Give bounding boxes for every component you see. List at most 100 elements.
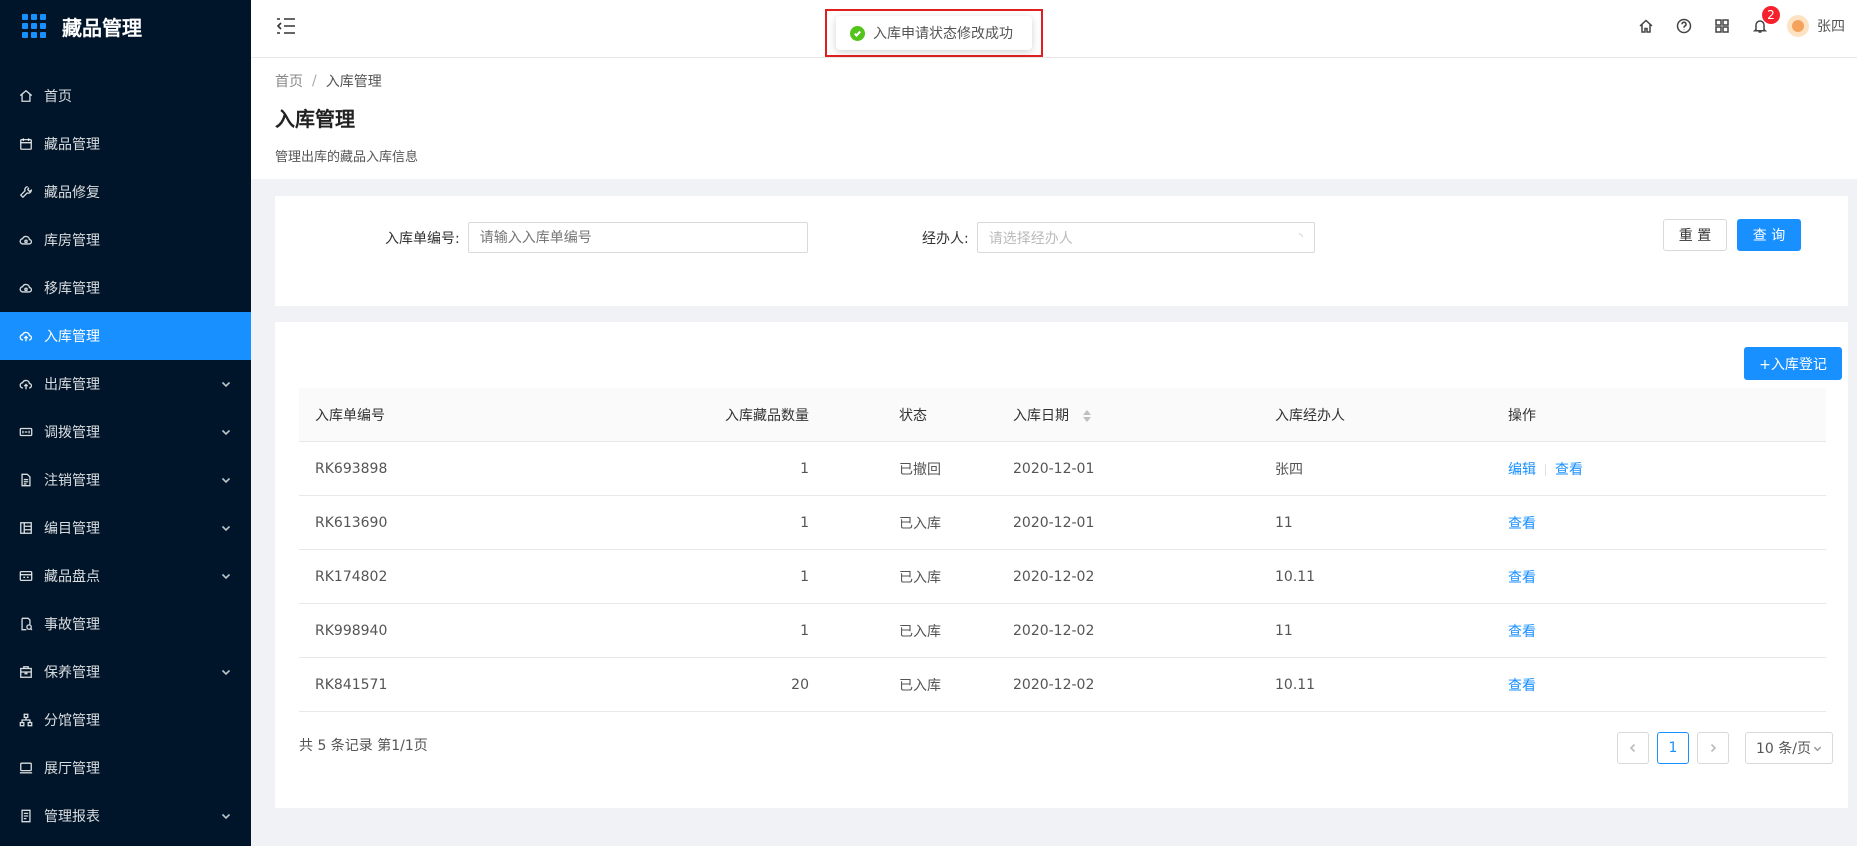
user-menu[interactable]: 张四 — [1779, 15, 1857, 37]
status-cell: 已入库 — [899, 515, 941, 532]
edit-link[interactable]: 编辑 — [1508, 462, 1536, 478]
cloud-upload-icon — [18, 328, 34, 344]
top-header: 2 张四 — [251, 0, 1857, 58]
column-header-date-label: 入库日期 — [1013, 407, 1069, 424]
cloud-icon — [18, 280, 34, 296]
transfer-icon — [18, 424, 34, 440]
table-row: RK693898 1 已撤回 2020-12-01 张四 编辑 查看 — [299, 442, 1826, 496]
chevron-down-icon[interactable] — [221, 475, 231, 485]
quantity-cell: 1 — [800, 622, 809, 639]
view-link[interactable]: 查看 — [1508, 570, 1536, 586]
table-body: RK693898 1 已撤回 2020-12-01 张四 编辑 查看 RK613690 1 已入库… — [299, 442, 1826, 712]
breadcrumb-home[interactable]: 首页 — [275, 71, 303, 91]
notification-bell-icon[interactable]: 2 — [1741, 0, 1780, 52]
view-link[interactable]: 查看 — [1508, 516, 1536, 532]
sidebar-item-2[interactable]: 藏品修复 — [0, 168, 251, 216]
sidebar-item-label: 管理报表 — [44, 809, 100, 825]
view-link[interactable]: 查看 — [1555, 462, 1583, 478]
action-divider — [1545, 463, 1546, 476]
chevron-down-icon[interactable] — [221, 427, 231, 437]
sidebar-item-15[interactable]: 管理报表 — [0, 792, 251, 840]
add-inbound-button[interactable]: +入库登记 — [1744, 347, 1842, 380]
sidebar: 藏品管理 首页 藏品管理 藏品修复 库房管理 移库管理 入库管理 出库管理 调拨管理 注销管理编… — [0, 0, 251, 846]
status-cell: 已撤回 — [899, 461, 941, 478]
date-cell: 2020-12-02 — [1013, 622, 1095, 639]
home-icon[interactable] — [1627, 0, 1665, 52]
handler-select-placeholder: 请选择经办人 — [988, 230, 1073, 247]
order-no-cell: RK693898 — [315, 460, 388, 477]
sidebar-item-label: 藏品盘点 — [44, 569, 100, 585]
inventory-icon — [18, 568, 34, 584]
sidebar-item-10[interactable]: 藏品盘点 — [0, 552, 251, 600]
breadcrumb-separator: / — [312, 73, 317, 89]
catalog-icon — [18, 520, 34, 536]
quantity-cell: 20 — [791, 676, 809, 693]
app-logo[interactable]: 藏品管理 — [0, 0, 251, 52]
sidebar-item-7[interactable]: 调拨管理 — [0, 408, 251, 456]
sidebar-item-label: 调拨管理 — [44, 425, 100, 441]
sidebar-item-6[interactable]: 出库管理 — [0, 360, 251, 408]
pagination: 1 10 条/页 — [1609, 732, 1833, 764]
column-header-date[interactable]: 入库日期 — [1009, 405, 1259, 425]
column-header-handler: 入库经办人 — [1275, 407, 1345, 424]
handler-select[interactable]: 请选择经办人 ◝ — [976, 222, 1315, 253]
chevron-down-icon[interactable] — [221, 571, 231, 581]
chevron-down-icon[interactable] — [221, 379, 231, 389]
reset-button[interactable]: 重 置 — [1663, 219, 1727, 251]
help-icon[interactable] — [1665, 0, 1703, 52]
app-title: 藏品管理 — [62, 15, 142, 40]
chevron-down-icon[interactable] — [221, 523, 231, 533]
column-header-order-no: 入库单编号 — [315, 407, 385, 424]
query-button[interactable]: 查 询 — [1737, 219, 1801, 251]
logo-grid-icon — [22, 14, 46, 38]
order-no-cell: RK998940 — [315, 622, 388, 639]
page-number-button[interactable]: 1 — [1657, 732, 1689, 764]
select-loading-icon: ◝ — [1298, 232, 1303, 243]
order-no-cell: RK174802 — [315, 568, 388, 585]
status-cell: 已入库 — [899, 569, 941, 586]
handler-cell: 10.11 — [1275, 676, 1316, 693]
next-page-button[interactable] — [1697, 732, 1729, 764]
header-actions: 2 张四 — [1627, 0, 1857, 52]
sidebar-item-9[interactable]: 编目管理 — [0, 504, 251, 552]
page-size-select[interactable]: 10 条/页 — [1745, 732, 1833, 764]
sidebar-item-14[interactable]: 展厅管理 — [0, 744, 251, 792]
user-name: 张四 — [1817, 19, 1845, 35]
sort-icon[interactable] — [1083, 409, 1092, 422]
sidebar-item-4[interactable]: 移库管理 — [0, 264, 251, 312]
date-cell: 2020-12-01 — [1013, 514, 1095, 531]
apps-grid-icon[interactable] — [1703, 0, 1741, 52]
toast-highlight-frame: 入库申请状态修改成功 — [825, 9, 1043, 57]
chevron-right-icon — [1710, 743, 1717, 753]
order-no-input[interactable] — [467, 222, 808, 253]
view-link[interactable]: 查看 — [1508, 678, 1536, 694]
chevron-down-icon[interactable] — [221, 667, 231, 677]
monitor-icon — [18, 760, 34, 776]
page-header: 首页 / 入库管理 入库管理 管理出库的藏品入库信息 — [251, 58, 1857, 179]
sidebar-item-8[interactable]: 注销管理 — [0, 456, 251, 504]
menu-collapse-icon[interactable] — [276, 17, 296, 35]
sidebar-item-13[interactable]: 分馆管理 — [0, 696, 251, 744]
quantity-cell: 1 — [800, 514, 809, 531]
sidebar-item-1[interactable]: 藏品管理 — [0, 120, 251, 168]
toast-message: 入库申请状态修改成功 — [873, 26, 1013, 42]
sidebar-item-label: 移库管理 — [44, 281, 100, 297]
handler-cell: 10.11 — [1275, 568, 1316, 585]
prev-page-button[interactable] — [1617, 732, 1649, 764]
sidebar-item-label: 编目管理 — [44, 521, 100, 537]
sidebar-item-label: 展厅管理 — [44, 761, 100, 777]
sidebar-item-12[interactable]: 保养管理 — [0, 648, 251, 696]
chevron-down-icon[interactable] — [221, 811, 231, 821]
sidebar-item-label: 藏品修复 — [44, 185, 100, 201]
handler-field: 经办人: 请选择经办人 ◝ — [922, 222, 1315, 253]
sidebar-item-11[interactable]: 事故管理 — [0, 600, 251, 648]
file-icon — [18, 472, 34, 488]
column-header-status: 状态 — [899, 407, 927, 424]
order-no-cell: RK613690 — [315, 514, 388, 531]
view-link[interactable]: 查看 — [1508, 624, 1536, 640]
search-form: 入库单编号: 经办人: 请选择经办人 ◝ 重 置 查 询 — [275, 196, 1848, 306]
sidebar-item-3[interactable]: 库房管理 — [0, 216, 251, 264]
sidebar-item-0[interactable]: 首页 — [0, 72, 251, 120]
actions-cell: 查看 — [1504, 567, 1826, 587]
sidebar-item-5[interactable]: 入库管理 — [0, 312, 251, 360]
